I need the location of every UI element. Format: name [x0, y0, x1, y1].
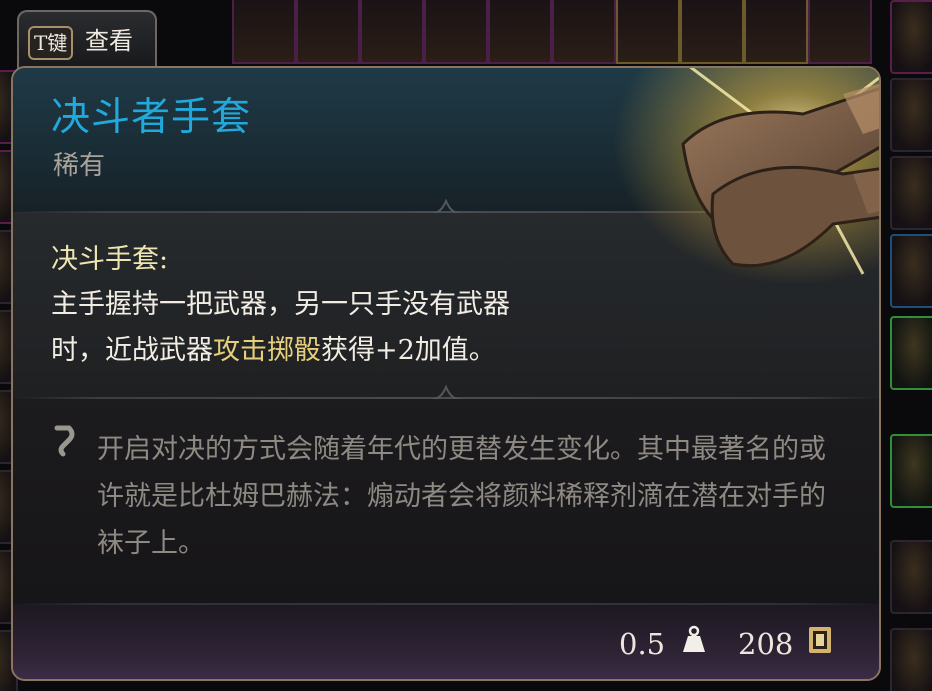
- inventory-slot[interactable]: [890, 234, 932, 308]
- ability-line-2-pre: 时，近战武器: [51, 335, 213, 366]
- item-price: 208: [738, 627, 794, 661]
- keybind-badge: T键: [28, 26, 74, 60]
- coin-icon: [809, 627, 831, 653]
- inventory-slot[interactable]: [890, 540, 932, 614]
- ability-title: 决斗手套:: [51, 244, 169, 275]
- attack-roll-keyword[interactable]: 攻击掷骰: [213, 335, 321, 366]
- inventory-slot[interactable]: [232, 0, 296, 64]
- inventory-slot[interactable]: [424, 0, 488, 64]
- inventory-slot[interactable]: [890, 316, 932, 390]
- inventory-slot[interactable]: [890, 628, 932, 691]
- inventory-slot[interactable]: [552, 0, 616, 64]
- inventory-slot[interactable]: [744, 0, 808, 64]
- inventory-slot[interactable]: [808, 0, 872, 64]
- inventory-slot[interactable]: [680, 0, 744, 64]
- weight-icon: [683, 625, 705, 652]
- item-weight: 0.5: [619, 627, 666, 661]
- inventory-slot[interactable]: [296, 0, 360, 64]
- inventory-slot[interactable]: [890, 156, 932, 230]
- inventory-slot[interactable]: [360, 0, 424, 64]
- lore-text: 开启对决的方式会随着年代的更替发生变化。其中最著名的或许就是比杜姆巴赫法：煽动者…: [97, 434, 826, 559]
- ability-description: 主手握持一把武器，另一只手没有武器 时，近战武器攻击掷骰获得+2加值。: [51, 282, 651, 374]
- inspect-tab[interactable]: T键 查看: [17, 10, 157, 70]
- inventory-slot[interactable]: [890, 0, 932, 74]
- inventory-slot[interactable]: [616, 0, 680, 64]
- ability-line-2-post: 获得+2加值。: [321, 335, 496, 366]
- inspect-label: 查看: [85, 27, 133, 55]
- inventory-slot[interactable]: [890, 78, 932, 152]
- item-name: 决斗者手套: [51, 95, 252, 140]
- quill-icon: [54, 425, 75, 457]
- divider-notch: [433, 199, 459, 213]
- item-rarity: 稀有: [53, 151, 106, 181]
- inventory-slot[interactable]: [890, 434, 932, 508]
- inventory-slot[interactable]: [488, 0, 552, 64]
- leather-gloves-icon: [613, 68, 879, 284]
- item-tooltip: 决斗者手套 稀有 决斗手套: 主手握持一把武器，另一只手没有武器 时，近战武器攻…: [11, 66, 881, 681]
- ability-line-1: 主手握持一把武器，另一只手没有武器: [51, 289, 510, 320]
- divider-notch: [433, 385, 459, 399]
- divider: [13, 603, 879, 605]
